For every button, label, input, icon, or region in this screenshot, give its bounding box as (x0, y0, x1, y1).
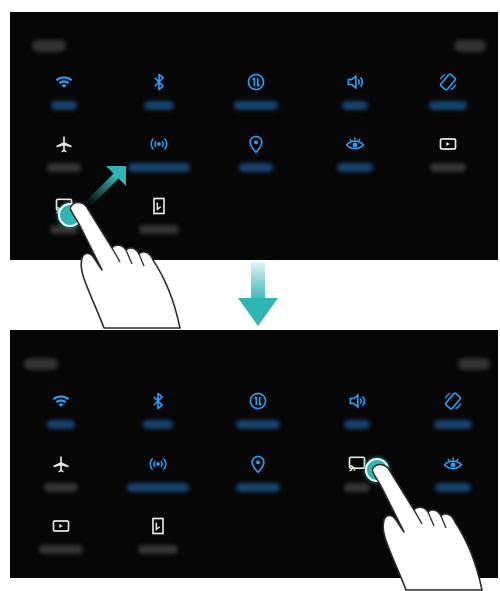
screen-recorder-tile[interactable] (403, 134, 493, 190)
hotspot-icon (149, 134, 169, 154)
wifi-icon (54, 72, 74, 92)
wifi-tile[interactable] (16, 391, 106, 447)
location-tile[interactable] (213, 454, 303, 510)
nfc-icon (148, 516, 168, 536)
screen-recorder-icon (51, 516, 71, 536)
mobile-data-tile[interactable] (211, 72, 301, 128)
auto-rotate-tile[interactable] (403, 72, 493, 128)
airplane-icon (54, 134, 74, 154)
edit-button[interactable] (458, 358, 490, 370)
status-text-left (24, 358, 58, 370)
bluetooth-icon (149, 72, 169, 92)
mobile-data-icon (246, 72, 266, 92)
hotspot-icon (148, 454, 168, 474)
wifi-icon (51, 391, 71, 411)
auto-rotate-tile[interactable] (408, 391, 498, 447)
nfc-tile[interactable] (113, 516, 203, 572)
hand-pointer-icon (372, 463, 483, 591)
auto-rotate-icon (443, 391, 463, 411)
location-tile[interactable] (211, 134, 301, 190)
transition-down-arrow (238, 262, 278, 326)
location-icon (248, 454, 268, 474)
airplane-mode-tile[interactable] (16, 454, 106, 510)
location-icon (246, 134, 266, 154)
hotspot-tile[interactable] (113, 454, 203, 510)
screen-recorder-tile[interactable] (16, 516, 106, 572)
mobile-data-tile[interactable] (213, 391, 303, 447)
edit-button[interactable] (454, 40, 486, 52)
bluetooth-tile[interactable] (114, 72, 204, 128)
airplane-icon (51, 454, 71, 474)
wireless-projection-icon (347, 454, 367, 474)
sound-icon (347, 391, 367, 411)
eye-comfort-icon (345, 134, 365, 154)
status-text-left (32, 40, 66, 52)
mobile-data-icon (248, 391, 268, 411)
sound-icon (345, 72, 365, 92)
bluetooth-tile[interactable] (113, 391, 203, 447)
bluetooth-icon (148, 391, 168, 411)
wifi-tile[interactable] (19, 72, 109, 128)
hand-pointer-icon (70, 201, 181, 329)
sound-tile[interactable] (312, 391, 402, 447)
screen-recorder-icon (438, 134, 458, 154)
sound-tile[interactable] (310, 72, 400, 128)
eye-comfort-tile[interactable] (310, 134, 400, 190)
auto-rotate-icon (438, 72, 458, 92)
